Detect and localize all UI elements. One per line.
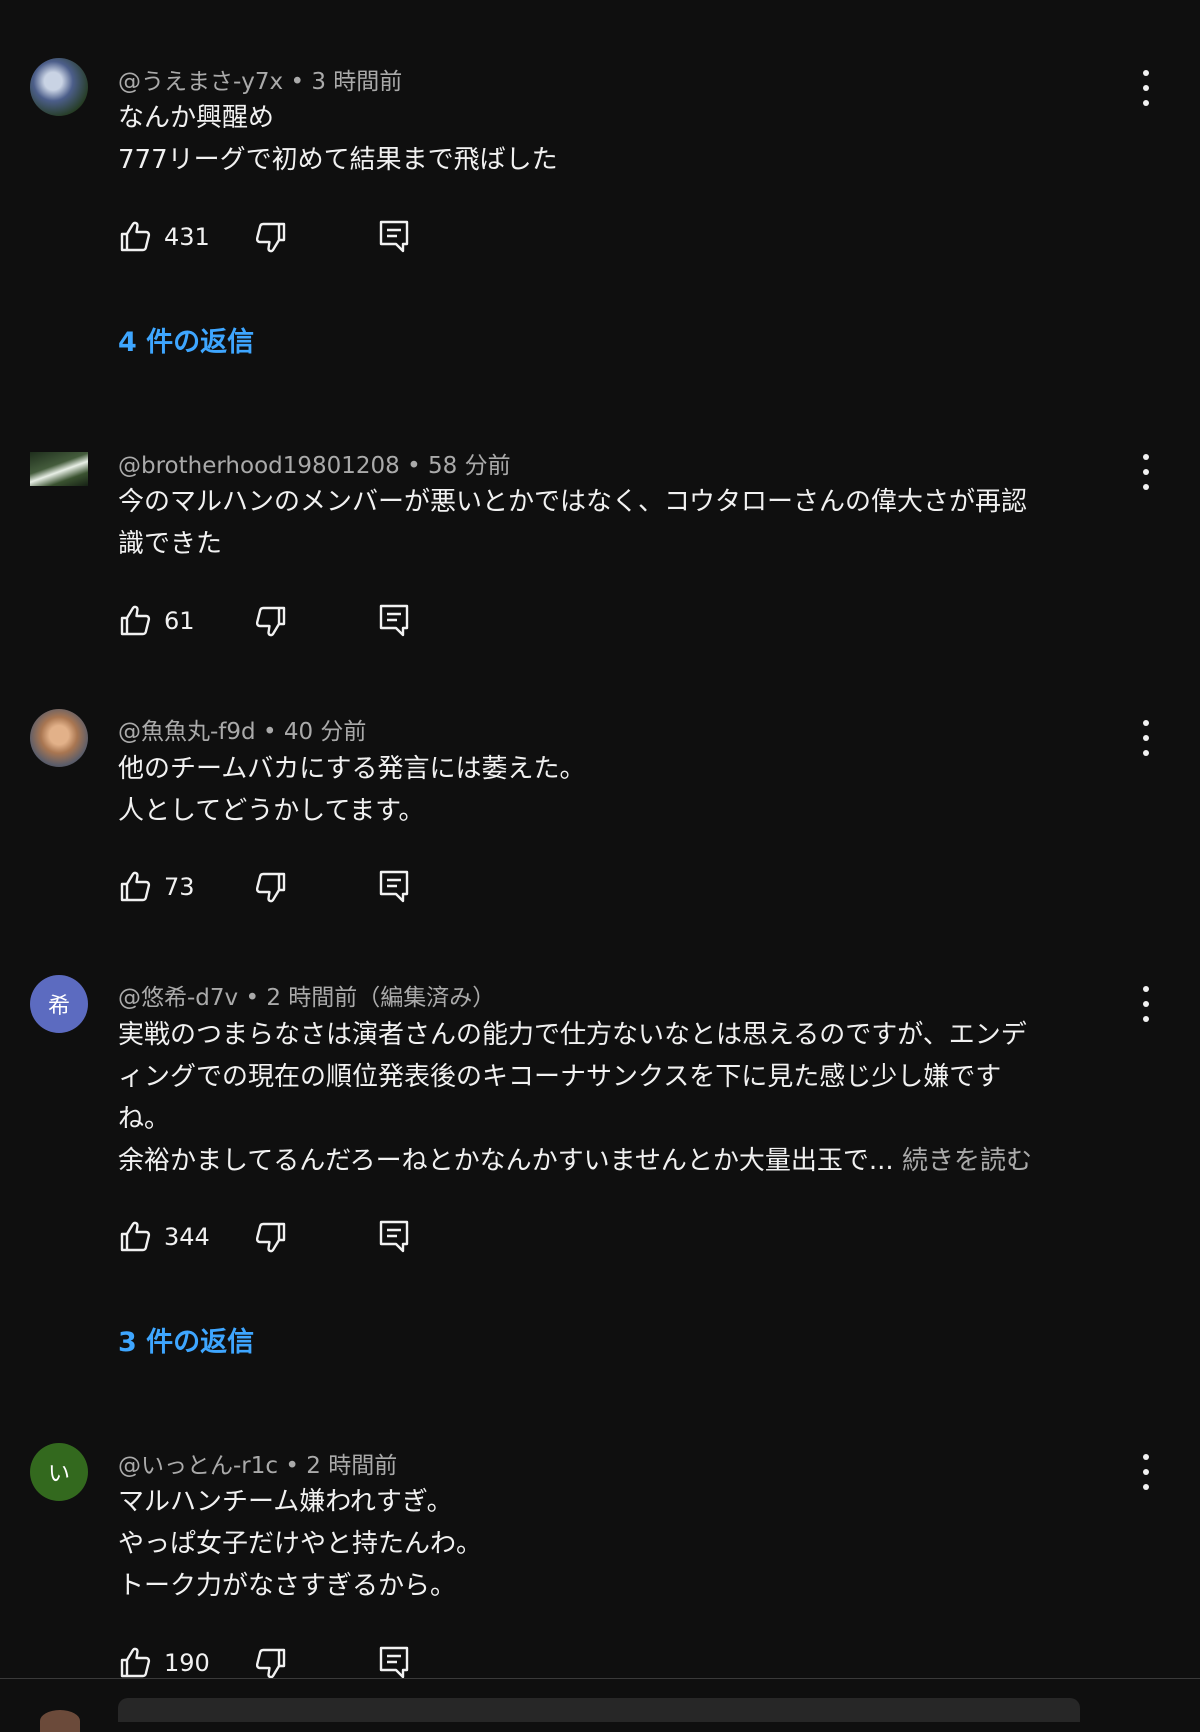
thumbs-up-icon [120, 605, 151, 636]
thumbs-down-icon [256, 222, 286, 253]
like-count: 61 [164, 607, 195, 635]
timestamp[interactable]: 3 時間前 [311, 69, 402, 95]
thumbs-down-icon [256, 1648, 286, 1679]
dislike-button[interactable] [256, 1217, 290, 1257]
like-count: 190 [164, 1649, 210, 1677]
author-name[interactable]: @brotherhood19801208 [118, 453, 400, 479]
avatar-letter: 希 [47, 994, 70, 1019]
comment-text: なんか興醒め 777リーグで初めて結果まで飛ばした [118, 103, 558, 175]
comment-actions: 344 [118, 1217, 438, 1257]
avatar[interactable] [30, 709, 88, 767]
reply-comment-icon [379, 604, 409, 637]
thumbs-up-icon [120, 1221, 151, 1252]
dislike-button[interactable] [256, 217, 290, 257]
comment-text: 他のチームバカにする発言には萎えた。 人としてどうかしてます。 [118, 754, 586, 826]
more-vert-icon[interactable] [1136, 454, 1156, 490]
thumbs-up-icon [120, 1647, 151, 1678]
reply-comment-icon [379, 220, 409, 253]
thumbs-up-icon [120, 871, 151, 902]
dislike-button[interactable] [256, 867, 290, 907]
add-comment-bar[interactable] [118, 1698, 1080, 1722]
reply-button[interactable] [378, 1217, 412, 1257]
more-vert-icon[interactable] [1136, 1454, 1156, 1490]
comment-actions: 431 [118, 217, 438, 257]
timestamp[interactable]: 2 時間前（編集済み） [266, 985, 495, 1011]
comment-text: 実戦のつまらなさは演者さんの能力で仕方ないなとは思えるのですが、エンデ ィングで… [118, 1020, 1032, 1176]
like-count: 431 [164, 223, 210, 251]
comment-actions: 190 [118, 1643, 438, 1683]
comment-text: マルハンチーム嫌われすぎ。 やっぱ女子だけやと持たんわ。 トーク力がなさすぎるか… [118, 1487, 483, 1601]
avatar[interactable]: 希 [30, 975, 88, 1033]
dislike-button[interactable] [256, 601, 290, 641]
reply-comment-icon [379, 1646, 409, 1679]
comment-meta: @brotherhood19801208 • 58 分前 [118, 453, 511, 479]
like-button[interactable]: 431 [118, 217, 210, 257]
thumbs-down-icon [256, 606, 286, 637]
comment-meta: @いっとん-r1c • 2 時間前 [118, 1453, 398, 1479]
reply-button[interactable] [378, 217, 412, 257]
author-name[interactable]: @悠希-d7v [118, 985, 238, 1011]
thumbs-down-icon [256, 1222, 286, 1253]
comment-meta: @うえまさ-y7x • 3 時間前 [118, 69, 403, 95]
view-replies-button[interactable]: 4 件の返信 [118, 320, 254, 359]
bottom-divider [0, 1678, 1200, 1679]
more-vert-icon[interactable] [1136, 986, 1156, 1022]
reply-comment-icon [379, 1220, 409, 1253]
avatar [40, 1710, 80, 1732]
like-count: 344 [164, 1223, 210, 1251]
dislike-button[interactable] [256, 1643, 290, 1683]
like-button[interactable]: 61 [118, 601, 195, 641]
like-count: 73 [164, 873, 195, 901]
author-name[interactable]: @うえまさ-y7x [118, 69, 283, 95]
like-button[interactable]: 190 [118, 1643, 210, 1683]
comment-text: 今のマルハンのメンバーが悪いとかではなく、コウタローさんの偉大さが再認 識できた [118, 487, 1027, 559]
author-name[interactable]: @いっとん-r1c [118, 1453, 278, 1479]
avatar[interactable] [30, 58, 88, 116]
comment-meta: @悠希-d7v • 2 時間前（編集済み） [118, 985, 496, 1011]
reply-comment-icon [379, 870, 409, 903]
timestamp[interactable]: 2 時間前 [306, 1453, 397, 1479]
more-vert-icon[interactable] [1136, 720, 1156, 756]
reply-button[interactable] [378, 1643, 412, 1683]
reply-button[interactable] [378, 601, 412, 641]
comment-actions: 73 [118, 867, 438, 907]
read-more-link[interactable]: 続きを読む [902, 1146, 1032, 1176]
timestamp[interactable]: 40 分前 [284, 719, 367, 745]
comment-meta: @魚魚丸-f9d • 40 分前 [118, 719, 367, 745]
like-button[interactable]: 344 [118, 1217, 210, 1257]
reply-button[interactable] [378, 867, 412, 907]
avatar[interactable]: い [30, 1443, 88, 1501]
view-replies-button[interactable]: 3 件の返信 [118, 1320, 254, 1359]
like-button[interactable]: 73 [118, 867, 195, 907]
thumbs-up-icon [120, 221, 151, 252]
author-name[interactable]: @魚魚丸-f9d [118, 719, 256, 745]
avatar[interactable] [30, 452, 88, 486]
comment-actions: 61 [118, 601, 438, 641]
avatar-letter: い [47, 1462, 70, 1487]
timestamp[interactable]: 58 分前 [428, 453, 511, 479]
more-vert-icon[interactable] [1136, 70, 1156, 106]
thumbs-down-icon [256, 872, 286, 903]
